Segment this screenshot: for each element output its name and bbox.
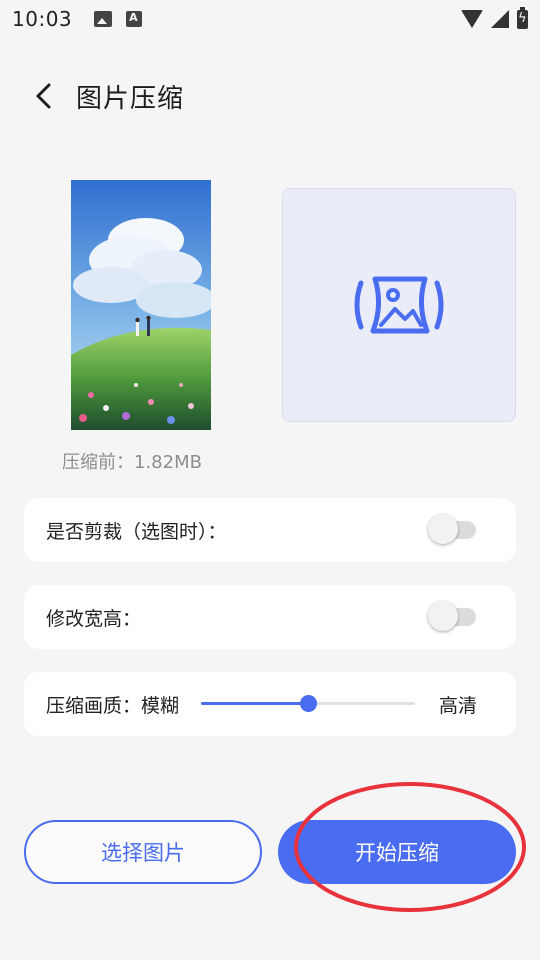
signal-icon bbox=[491, 10, 509, 28]
source-image-preview[interactable] bbox=[71, 180, 211, 430]
slider-thumb[interactable] bbox=[300, 695, 318, 712]
wifi-icon bbox=[461, 10, 483, 28]
status-time: 10:03 bbox=[12, 7, 73, 31]
page-title: 图片压缩 bbox=[76, 83, 185, 114]
resize-option-card: 修改宽高： bbox=[24, 585, 516, 649]
select-image-button[interactable]: 选择图片 bbox=[24, 820, 262, 884]
image-notification-icon bbox=[94, 11, 113, 27]
quality-option-card: 压缩画质：模糊 高清 bbox=[24, 672, 516, 736]
quality-high-label: 高清 bbox=[439, 694, 478, 717]
compressed-image-placeholder[interactable] bbox=[282, 188, 516, 422]
size-before-label: 压缩前：1.82MB bbox=[62, 452, 202, 473]
resize-toggle[interactable] bbox=[428, 601, 478, 631]
back-button[interactable] bbox=[24, 76, 64, 116]
image-compress-icon bbox=[354, 276, 444, 334]
a-notification-icon bbox=[126, 11, 143, 27]
crop-toggle[interactable] bbox=[428, 514, 478, 544]
crop-option-card: 是否剪裁（选图时）： bbox=[24, 498, 516, 562]
chevron-left-icon bbox=[36, 83, 51, 109]
slider-fill bbox=[201, 702, 309, 705]
resize-option-label: 修改宽高： bbox=[46, 607, 142, 630]
landscape-image bbox=[71, 180, 211, 430]
start-compress-button[interactable]: 开始压缩 bbox=[278, 820, 516, 884]
quality-slider[interactable] bbox=[201, 689, 416, 719]
quality-option-label: 压缩画质：模糊 bbox=[46, 694, 180, 717]
battery-charging-icon bbox=[517, 6, 528, 29]
toggle-thumb bbox=[428, 601, 458, 631]
system-icons bbox=[461, 6, 528, 29]
notification-icons bbox=[94, 11, 143, 27]
toggle-thumb bbox=[428, 514, 458, 544]
app-header: 图片压缩 bbox=[0, 66, 540, 126]
crop-option-label: 是否剪裁（选图时）： bbox=[46, 520, 227, 543]
status-bar: 10:03 bbox=[0, 0, 540, 38]
